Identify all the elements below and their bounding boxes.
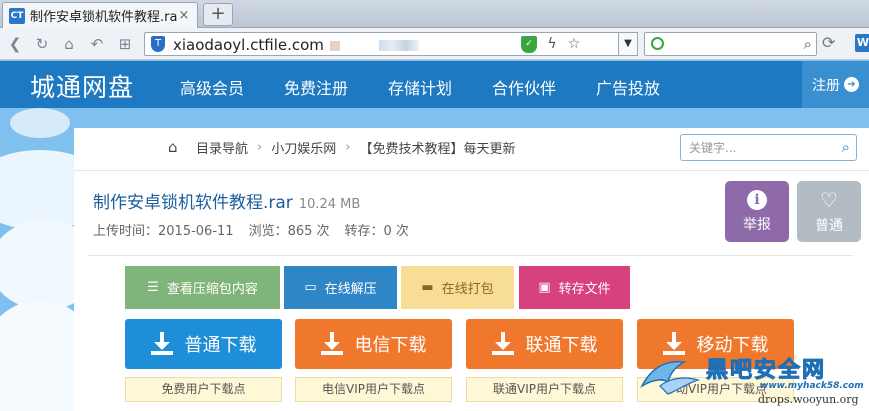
back-arrow-icon[interactable]: ❮ [4,33,26,55]
info-icon: i [747,189,767,210]
home-icon[interactable]: ⌂ [168,140,186,155]
nav-free-register[interactable]: 免费注册 [284,75,348,99]
nav-advertising[interactable]: 广告投放 [596,75,660,99]
nav-partners[interactable]: 合作伙伴 [492,75,556,99]
ctfile-favicon-icon: CT [9,7,25,24]
breadcrumb: ⌂ 目录导航 › 小刀娱乐网 › 【免费技术教程】每天更新 [168,138,515,158]
search-icon[interactable]: ⌕ [804,35,812,53]
save-icon: ▣ [538,280,551,295]
background-cloud [10,108,70,138]
grid-icon[interactable]: ⊞ [114,33,136,55]
watermark-drops: drops.wooyun.org [758,393,859,406]
download-label: 联通下载 [525,335,598,356]
view-count: 浏览：865 次 [248,224,330,239]
search-engine-icon [651,37,664,50]
breadcrumb-separator: › [257,140,263,155]
download-note: 免费用户下载点 [125,377,282,402]
watermark-bird-icon [640,360,700,395]
upload-time: 上传时间：2015-06-11 [93,224,234,239]
online-unzip-button[interactable]: ▭ 在线解压 [284,266,397,309]
arrow-right-icon: ➔ [844,77,859,92]
file-name: 制作安卓锁机软件教程.rar [93,193,293,213]
keyword-search-input[interactable] [689,139,829,157]
save-file-label: 转存文件 [558,282,611,297]
download-icon [150,332,173,356]
online-pack-button[interactable]: ▬ 在线打包 [401,266,514,309]
file-title: 制作安卓锁机软件教程.rar 10.24 MB [93,188,360,213]
blurred-region [330,41,340,51]
unicom-download-button[interactable]: 联通下载 [466,319,623,369]
lightning-icon[interactable]: ϟ [543,35,561,53]
normal-label: 普通 [815,217,843,234]
save-file-button[interactable]: ▣ 转存文件 [519,266,630,309]
download-note: 电信VIP用户下载点 [295,377,452,402]
tab-title: 制作安卓锁机软件教程.rar [30,10,177,25]
file-size: 10.24 MB [298,197,361,212]
breadcrumb-home[interactable]: 目录导航 [196,138,248,157]
watermark-title: 黑吧安全网 [705,358,827,384]
extension-badge-icon[interactable]: W [855,34,869,52]
telecom-download-button[interactable]: 电信下载 [295,319,452,369]
browser-search-box[interactable]: ⌕ [644,32,817,56]
normal-download-button[interactable]: 普通下载 [125,319,282,369]
browser-tab-active[interactable]: CT 制作安卓锁机软件教程.rar × [2,2,198,28]
download-label: 电信下载 [354,335,427,356]
report-label: 举报 [743,216,771,233]
list-icon: ☰ [147,280,159,295]
nav-storage-plan[interactable]: 存储计划 [388,75,452,99]
file-meta: 上传时间：2015-06-11 浏览：865 次 转存：0 次 [93,220,409,239]
download-note: 联通VIP用户下载点 [466,377,623,402]
reload-icon[interactable]: ↻ [31,33,53,55]
watermark-url: www.myhack58.com [760,381,864,391]
report-button[interactable]: i 举报 [725,181,789,242]
address-bar[interactable]: T xiaodaoyl.ctfile.com ✓ ϟ ☆ [144,32,638,56]
folder-icon: ▭ [304,280,317,295]
address-dropdown-icon[interactable]: ▼ [618,32,638,56]
url-text[interactable]: xiaodaoyl.ctfile.com [173,36,324,54]
close-tab-icon[interactable]: × [177,8,191,23]
online-unzip-label: 在线解压 [324,282,377,297]
download-icon [491,332,514,356]
view-archive-label: 查看压缩包内容 [166,282,258,297]
online-pack-label: 在线打包 [441,282,494,297]
divider [74,170,869,171]
browser-toolbar: ❮ ↻ ⌂ ↶ ⊞ T xiaodaoyl.ctfile.com ✓ ϟ ☆ ▼… [0,28,869,60]
browser-tab-strip: CT 制作安卓锁机软件教程.rar × + [0,0,869,28]
download-label: 普通下载 [184,335,257,356]
new-tab-button[interactable]: + [203,3,233,26]
nav-premium-member[interactable]: 高级会员 [180,75,244,99]
home-icon[interactable]: ⌂ [58,33,80,55]
keyword-search-box: ⌕ [680,134,857,161]
breadcrumb-level3[interactable]: 【免费技术教程】每天更新 [359,138,515,157]
archive-box-icon: ▬ [421,280,434,295]
normal-button[interactable]: ♡ 普通 [797,181,861,242]
site-header: 城通网盘 高级会员 免费注册 存储计划 合作伙伴 广告投放 注册 ➔ [0,61,869,108]
breadcrumb-separator: › [345,140,351,155]
bookmark-star-icon[interactable]: ☆ [565,35,583,53]
watermark: 黑吧安全网 www.myhack58.com drops.wooyun.org [640,352,869,411]
undo-icon[interactable]: ↶ [86,33,108,55]
security-shield-icon: T [151,36,165,52]
view-archive-button[interactable]: ☰ 查看压缩包内容 [125,266,280,309]
site-logo[interactable]: 城通网盘 [30,68,134,104]
search-icon[interactable]: ⌕ [842,138,850,156]
blurred-region [379,40,419,51]
divider [88,255,853,256]
register-button[interactable]: 注册 ➔ [802,61,869,108]
safe-badge-icon: ✓ [521,36,537,53]
register-label: 注册 [812,77,840,94]
heart-icon: ♡ [820,187,838,212]
save-count: 转存：0 次 [344,224,409,239]
extension-icon[interactable]: ⟳ [822,33,835,52]
breadcrumb-level2[interactable]: 小刀娱乐网 [271,138,336,157]
download-icon [320,332,343,356]
